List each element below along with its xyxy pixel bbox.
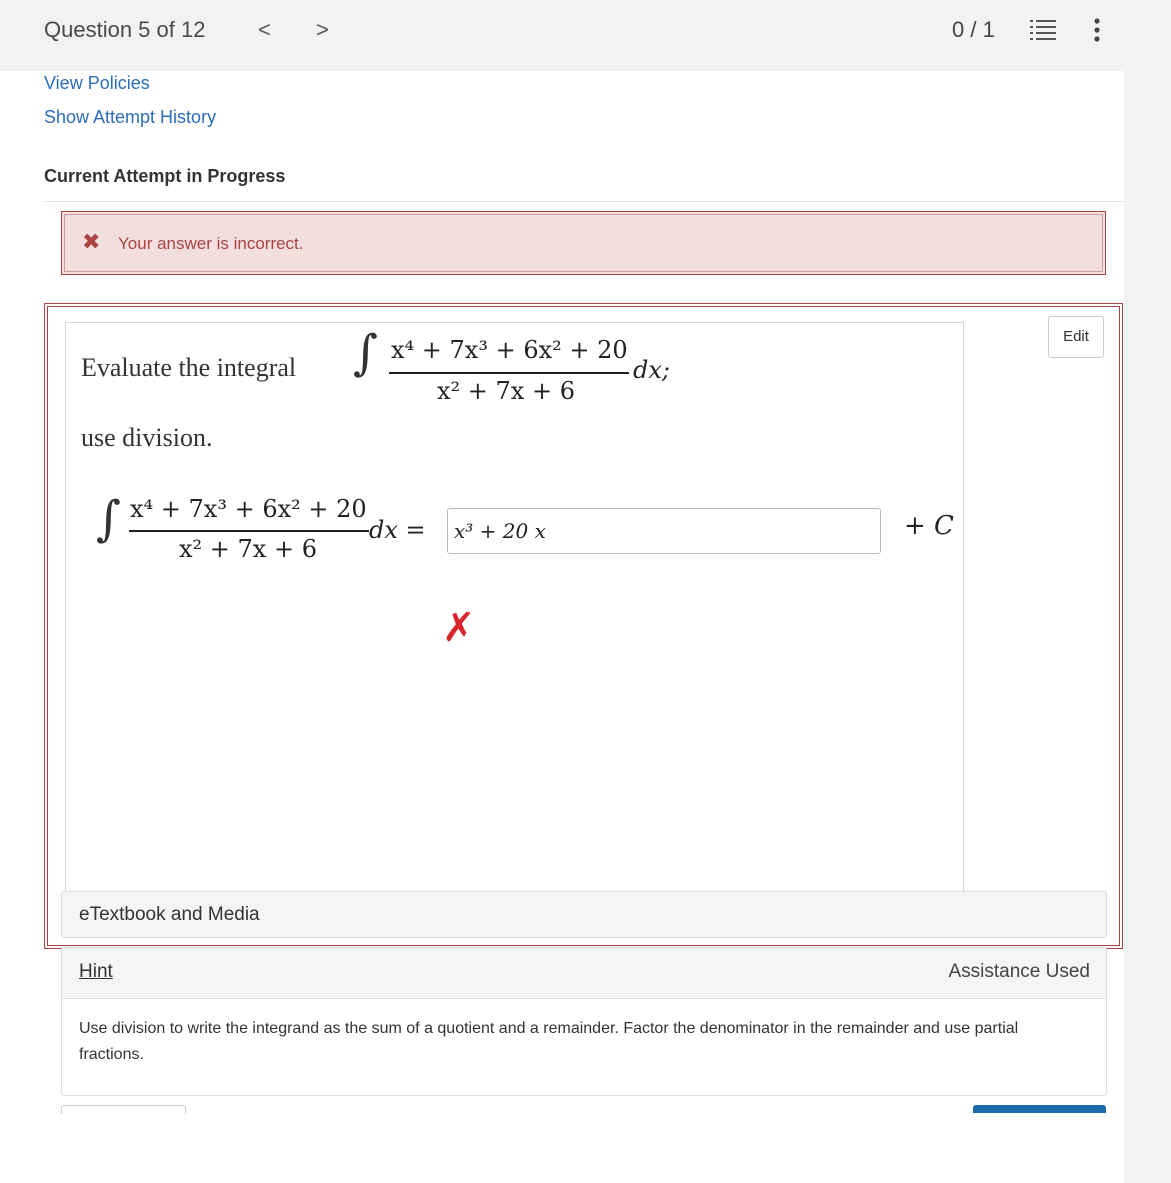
answer-integrand-numerator: x⁴ + 7x³ + 6x² + 20 (130, 495, 367, 523)
question-content: Evaluate the integral ∫ x⁴ + 7x³ + 6x² +… (65, 322, 964, 909)
integrand-denominator: x² + 7x + 6 (437, 377, 575, 405)
dx-term: dx; (633, 356, 670, 384)
answer-value: x³ + 20 x (454, 519, 546, 543)
hint-text: Use division to write the integrand as t… (79, 1020, 1019, 1063)
answer-fraction-bar (129, 530, 369, 532)
fraction-bar (389, 372, 629, 374)
previous-question-button[interactable]: < (258, 17, 271, 43)
question-box: Edit Evaluate the integral ∫ x⁴ + 7x³ + … (44, 303, 1123, 949)
assistance-used-label: Assistance Used (948, 961, 1090, 982)
answer-integrand-denominator: x² + 7x + 6 (179, 535, 317, 563)
etextbook-media-panel[interactable]: eTextbook and Media (61, 891, 1107, 938)
incorrect-x-icon: ✗ (442, 606, 476, 650)
hint-toggle[interactable]: Hint (79, 961, 113, 983)
hint-panel: Hint Assistance Used Use division to wri… (61, 947, 1107, 1096)
edit-button[interactable]: Edit (1048, 316, 1104, 358)
prompt-instruction: use division. (81, 423, 213, 452)
incorrect-alert: ✖ Your answer is incorrect. (61, 211, 1106, 275)
error-x-icon: ✖ (82, 229, 101, 254)
answer-input[interactable]: x³ + 20 x (447, 508, 881, 554)
score-display: 0 / 1 (952, 17, 995, 42)
next-question-button[interactable]: > (316, 17, 329, 43)
question-prompt: Evaluate the integral (81, 353, 297, 382)
integral-sign: ∫ (353, 325, 379, 381)
alert-message: Your answer is incorrect. (118, 234, 304, 253)
view-policies-link[interactable]: View Policies (44, 73, 150, 94)
hint-header: Hint Assistance Used (62, 948, 1106, 999)
question-list-icon[interactable] (1030, 19, 1056, 41)
divider (44, 201, 1124, 202)
answer-dx-equals: dx = (369, 516, 426, 544)
show-attempt-history-link[interactable]: Show Attempt History (44, 107, 216, 128)
etextbook-media-label: eTextbook and Media (79, 904, 260, 925)
top-bar: Question 5 of 12 < > 0 / 1 (0, 0, 1171, 62)
answer-integral-sign: ∫ (96, 491, 122, 547)
secondary-button[interactable] (61, 1105, 186, 1114)
integrand-numerator: x⁴ + 7x³ + 6x² + 20 (391, 336, 628, 364)
question-counter: Question 5 of 12 (44, 17, 206, 42)
more-options-icon[interactable] (1087, 17, 1107, 43)
constant-of-integration: + C (904, 511, 954, 541)
primary-button[interactable] (973, 1105, 1106, 1113)
attempt-status: Current Attempt in Progress (44, 166, 286, 186)
